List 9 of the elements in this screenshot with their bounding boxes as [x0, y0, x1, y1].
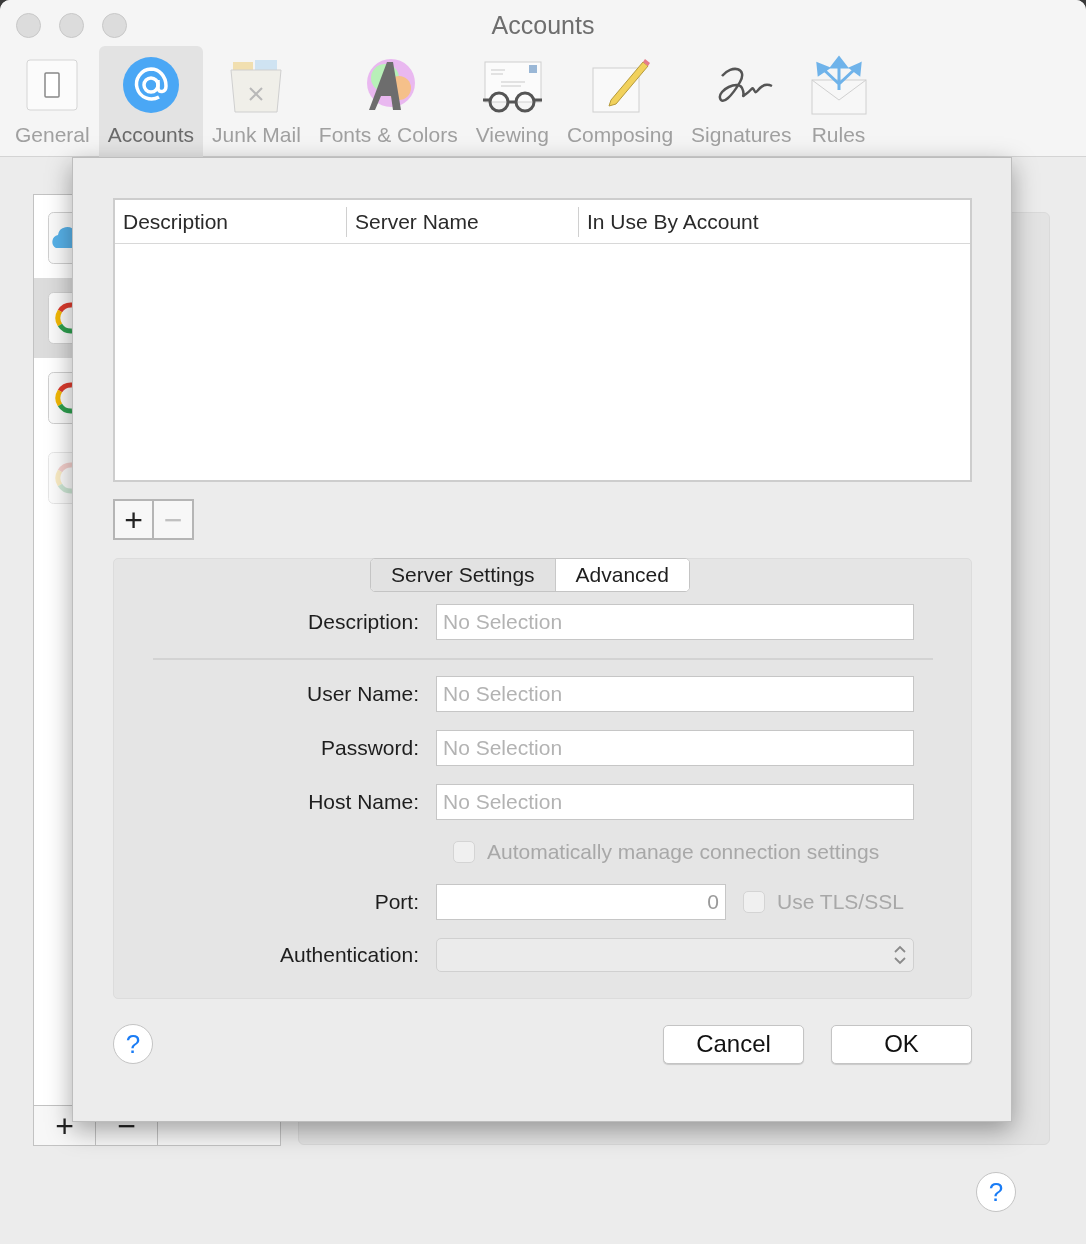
- field-label: User Name:: [305, 681, 420, 708]
- field-label: Password:: [319, 735, 420, 762]
- field-label: Port:: [373, 888, 420, 915]
- field-label: Host Name:: [307, 789, 420, 816]
- field-label: Authentication:: [279, 941, 420, 968]
- checkbox-label: Automatically manage connection settings: [487, 839, 880, 865]
- window-title: Accounts: [491, 10, 595, 40]
- checkbox-label: Use TLS/SSL: [777, 888, 904, 915]
- field-label: Description:: [307, 609, 420, 636]
